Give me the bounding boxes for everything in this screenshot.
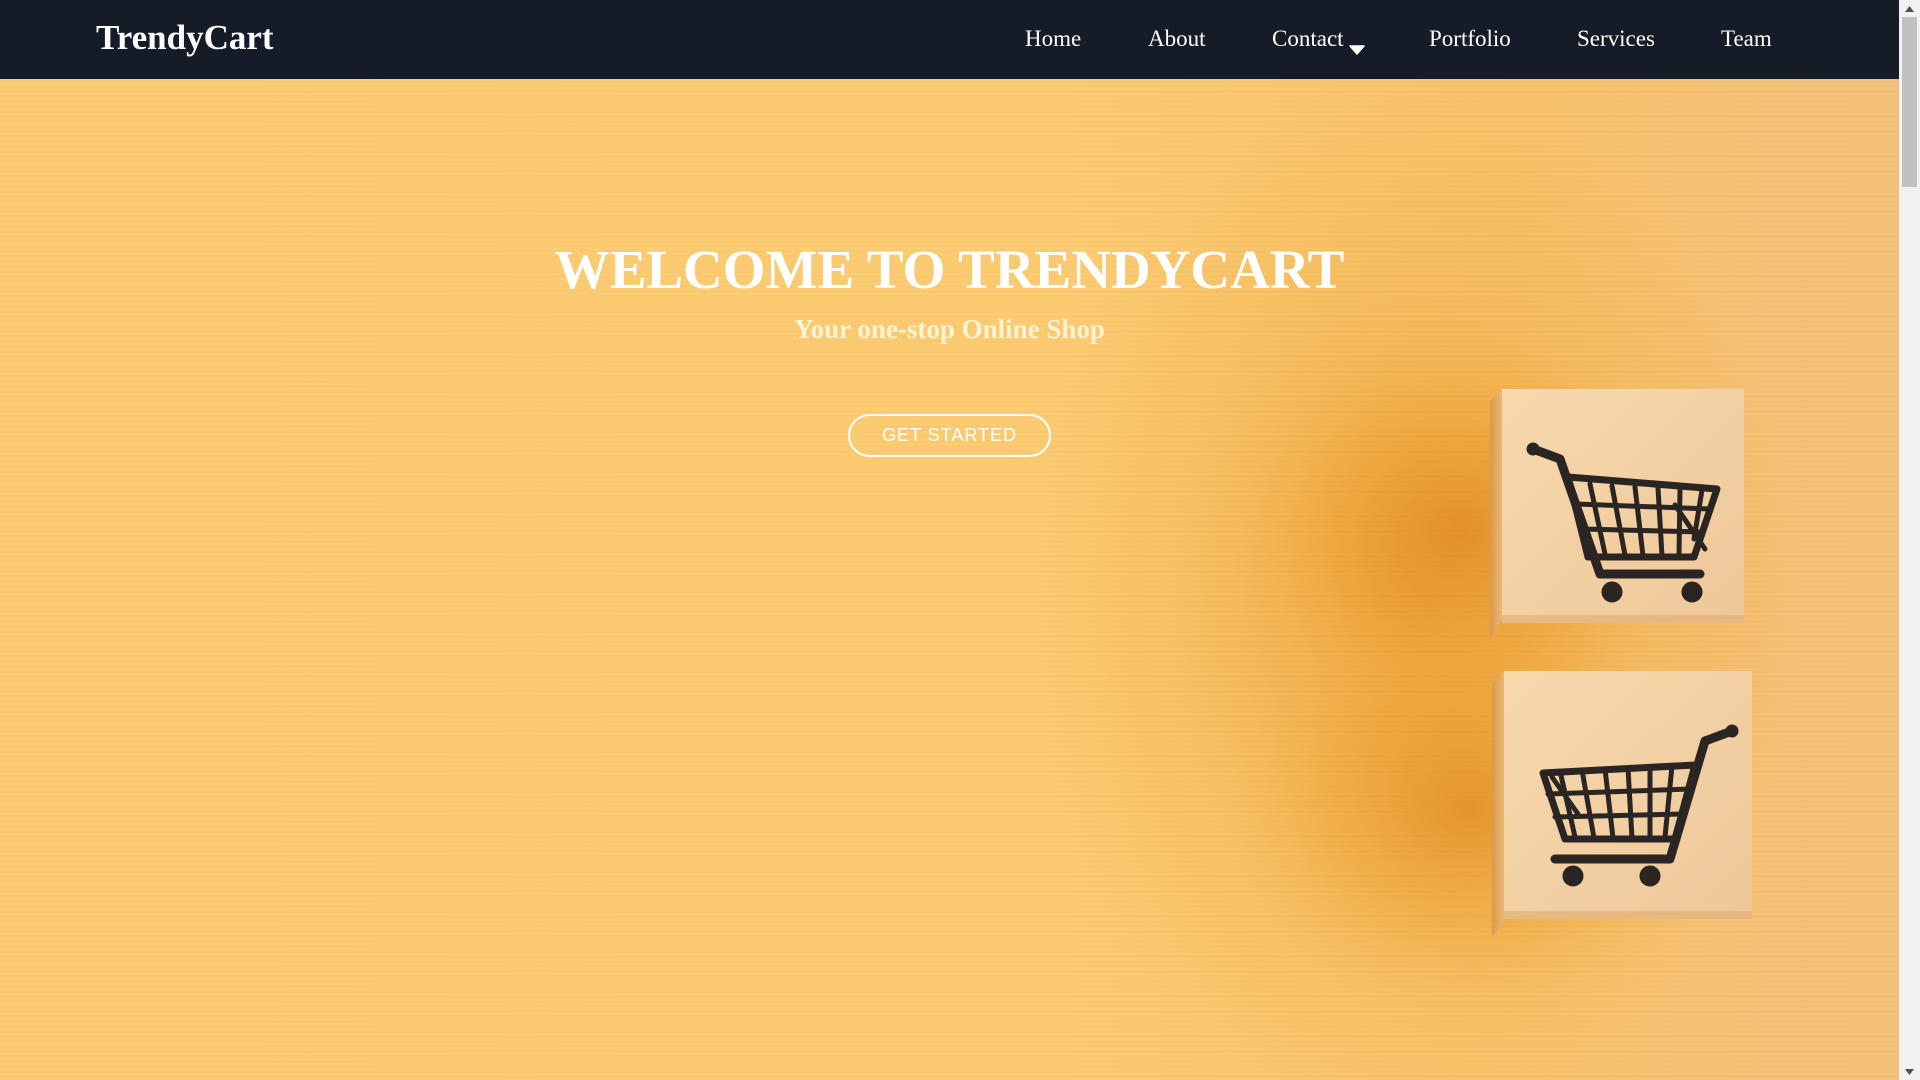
nav-link-services[interactable]: Services bbox=[1577, 23, 1655, 55]
lower-cube bbox=[1492, 671, 1752, 937]
scroll-up-arrow-icon[interactable] bbox=[1899, 0, 1920, 17]
navbar: TrendyCart Home About Contact Portfolio … bbox=[0, 0, 1899, 79]
nav-link-about[interactable]: About bbox=[1148, 23, 1206, 55]
scrollbar-thumb[interactable] bbox=[1902, 17, 1917, 187]
nav-link-team[interactable]: Team bbox=[1721, 23, 1772, 55]
hero-title: WELCOME TO TRENDYCART bbox=[554, 239, 1345, 300]
hero-section: WELCOME TO TRENDYCART Your one-stop Onli… bbox=[0, 79, 1899, 1080]
hero-cube-image bbox=[1230, 329, 1752, 989]
nav-link-contact[interactable]: Contact bbox=[1272, 23, 1365, 55]
caret-down-icon bbox=[1348, 33, 1365, 55]
nav-link-contact-label: Contact bbox=[1272, 26, 1344, 51]
scroll-down-arrow-icon[interactable] bbox=[1899, 1063, 1920, 1080]
nav-link-portfolio[interactable]: Portfolio bbox=[1429, 23, 1511, 55]
upper-cube bbox=[1490, 389, 1744, 639]
nav-link-home[interactable]: Home bbox=[1025, 23, 1081, 55]
vertical-scrollbar[interactable] bbox=[1899, 0, 1920, 1080]
get-started-button[interactable]: GET STARTED bbox=[848, 414, 1051, 457]
brand-logo[interactable]: TrendyCart bbox=[96, 16, 274, 60]
